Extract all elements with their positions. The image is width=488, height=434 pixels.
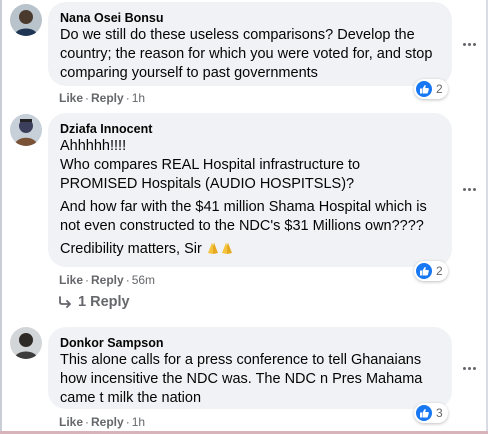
comment-bubble: Nana Osei Bonsu Do we still do these use… — [48, 2, 452, 86]
like-reaction-icon — [416, 405, 432, 421]
reply-button[interactable]: Reply — [91, 415, 124, 429]
folded-hands-icon — [221, 242, 232, 254]
comment-text: Credibility matters, Sir — [60, 241, 202, 257]
reply-button[interactable]: Reply — [91, 273, 124, 287]
comment-bubble: Donkor Sampson This alone calls for a pr… — [48, 327, 452, 409]
more-options-icon[interactable] — [457, 360, 481, 376]
comment-text: Ahhhhh!!!! Who compares REAL Hospital in… — [60, 138, 361, 192]
reaction-count: 2 — [436, 82, 443, 96]
more-options-icon[interactable] — [457, 181, 481, 197]
comment-text: This alone calls for a press conference … — [60, 352, 423, 406]
comment-author[interactable]: Nana Osei Bonsu — [60, 10, 440, 26]
replies-count-label: 1 Reply — [78, 294, 130, 310]
folded-hands-icon — [207, 242, 218, 254]
comment-text: Do we still do these useless comparisons… — [60, 27, 433, 81]
reaction-badge[interactable]: 3 — [414, 403, 448, 423]
comment-timestamp[interactable]: 1h — [132, 415, 145, 429]
comment-actions: Like · Reply · 1h — [59, 415, 146, 429]
comment-author[interactable]: Donkor Sampson — [60, 335, 440, 351]
comment-text-line: Credibility matters, Sir — [60, 240, 440, 259]
like-button[interactable]: Like — [59, 91, 83, 105]
avatar[interactable] — [10, 4, 42, 36]
view-replies-link[interactable]: 1 Reply — [58, 294, 130, 310]
comment-text: And how far with the $41 million Shama H… — [60, 199, 427, 234]
comment-actions: Like · Reply · 1h — [59, 91, 146, 105]
reaction-badge[interactable]: 2 — [414, 79, 448, 99]
like-button[interactable]: Like — [59, 415, 83, 429]
reaction-count: 3 — [436, 406, 443, 420]
like-reaction-icon — [416, 263, 432, 279]
profile-photo — [10, 327, 42, 359]
avatar[interactable] — [10, 327, 42, 359]
profile-photo — [10, 114, 42, 146]
reaction-badge[interactable]: 2 — [414, 261, 448, 281]
comment-timestamp[interactable]: 56m — [132, 273, 155, 287]
like-reaction-icon — [416, 81, 432, 97]
comment-timestamp[interactable]: 1h — [132, 91, 145, 105]
comment-actions: Like · Reply · 56m — [59, 273, 156, 287]
more-options-icon[interactable] — [457, 36, 481, 52]
comment-author[interactable]: Dziafa Innocent — [60, 121, 440, 137]
reply-arrow-icon — [59, 296, 71, 308]
window-border-left — [0, 0, 2, 434]
reaction-count: 2 — [436, 264, 443, 278]
avatar[interactable] — [10, 114, 42, 146]
reply-button[interactable]: Reply — [91, 91, 124, 105]
like-button[interactable]: Like — [59, 273, 83, 287]
comment-bubble: Dziafa Innocent Ahhhhh!!!! Who compares … — [48, 113, 452, 267]
profile-photo — [10, 4, 42, 36]
